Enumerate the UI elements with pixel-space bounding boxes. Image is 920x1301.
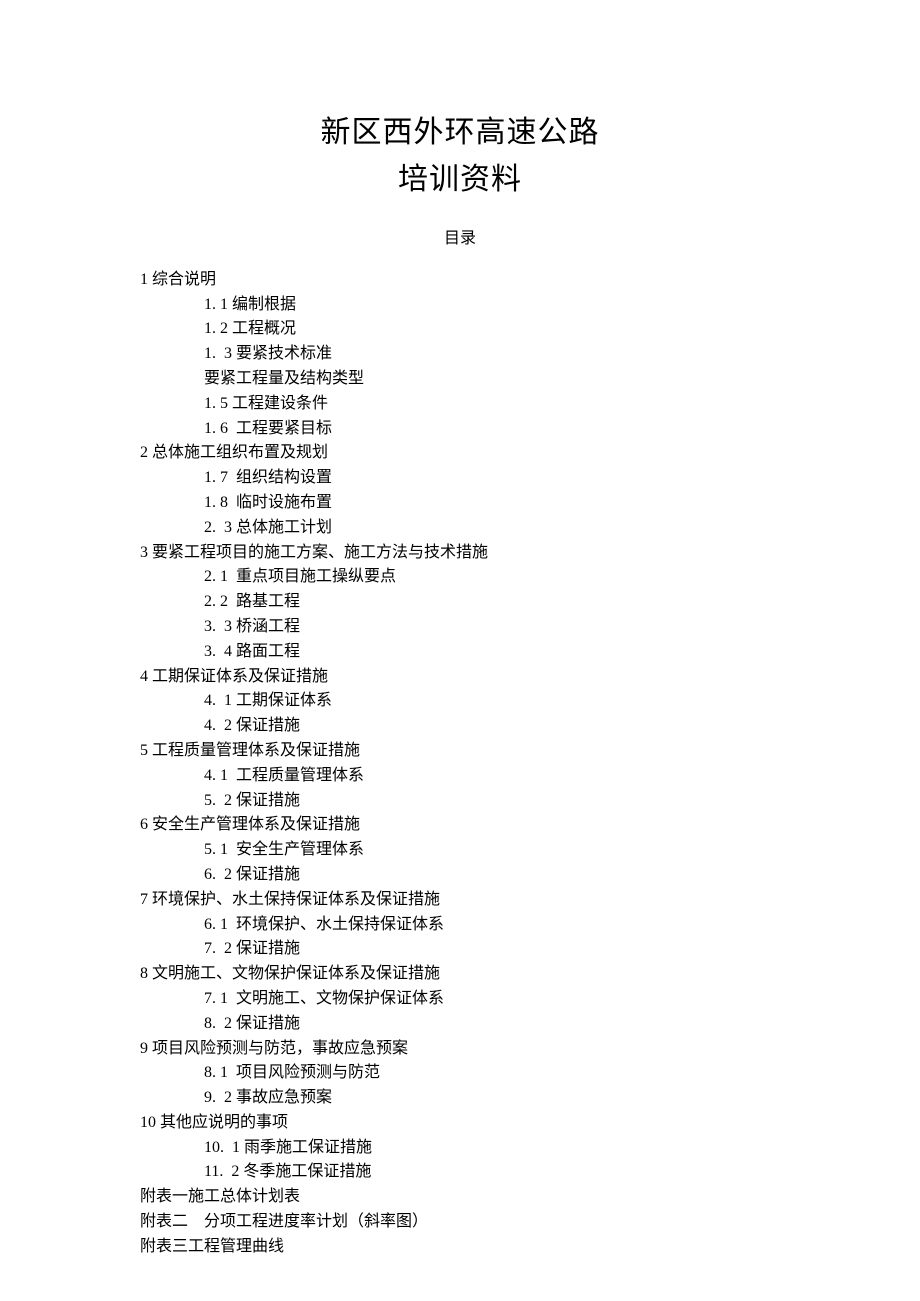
- toc-entry: 6. 1 环境保护、水土保持保证体系: [204, 913, 780, 938]
- toc-entry: 1. 7 组织结构设置: [204, 466, 780, 491]
- toc-entry: 1. 1 编制根据: [204, 293, 780, 318]
- toc-entry: 附表二 分项工程进度率计划（斜率图）: [140, 1210, 780, 1235]
- toc-entry: 7. 2 保证措施: [204, 937, 780, 962]
- toc-entry: 4. 1 工程质量管理体系: [204, 764, 780, 789]
- toc-entry: 1. 8 临时设施布置: [204, 491, 780, 516]
- toc-entry: 2 总体施工组织布置及规划: [140, 441, 780, 466]
- toc-entry: 4 工期保证体系及保证措施: [140, 665, 780, 690]
- title-line-1: 新区西外环高速公路: [140, 110, 780, 157]
- toc-entry: 5. 1 安全生产管理体系: [204, 838, 780, 863]
- toc-entry: 1 综合说明: [140, 268, 780, 293]
- toc-entry: 4. 1 工期保证体系: [204, 689, 780, 714]
- toc-entry: 3 要紧工程项目的施工方案、施工方法与技术措施: [140, 541, 780, 566]
- toc-entry: 8. 2 保证措施: [204, 1012, 780, 1037]
- toc-entry: 1. 2 工程概况: [204, 317, 780, 342]
- toc-entry: 9 项目风险预测与防范，事故应急预案: [140, 1037, 780, 1062]
- toc-entry: 11. 2 冬季施工保证措施: [204, 1160, 780, 1185]
- toc-entry: 7 环境保护、水土保持保证体系及保证措施: [140, 888, 780, 913]
- toc-entry: 2. 2 路基工程: [204, 590, 780, 615]
- toc-entry: 7. 1 文明施工、文物保护保证体系: [204, 987, 780, 1012]
- toc-entry: 5. 2 保证措施: [204, 789, 780, 814]
- table-of-contents: 1 综合说明1. 1 编制根据1. 2 工程概况1. 3 要紧技术标准要紧工程量…: [140, 268, 780, 1260]
- toc-entry: 6. 2 保证措施: [204, 863, 780, 888]
- toc-entry: 附表三工程管理曲线: [140, 1235, 780, 1260]
- toc-entry: 2. 3 总体施工计划: [204, 516, 780, 541]
- toc-entry: 4. 2 保证措施: [204, 714, 780, 739]
- toc-entry: 10. 1 雨季施工保证措施: [204, 1136, 780, 1161]
- title-line-2: 培训资料: [140, 157, 780, 204]
- toc-entry: 1. 6 工程要紧目标: [204, 417, 780, 442]
- toc-entry: 3. 4 路面工程: [204, 640, 780, 665]
- toc-label: 目录: [140, 227, 780, 252]
- toc-entry: 5 工程质量管理体系及保证措施: [140, 739, 780, 764]
- toc-entry: 3. 3 桥涵工程: [204, 615, 780, 640]
- toc-entry: 8 文明施工、文物保护保证体系及保证措施: [140, 962, 780, 987]
- toc-entry: 要紧工程量及结构类型: [204, 367, 780, 392]
- toc-entry: 2. 1 重点项目施工操纵要点: [204, 565, 780, 590]
- toc-entry: 1. 5 工程建设条件: [204, 392, 780, 417]
- toc-entry: 8. 1 项目风险预测与防范: [204, 1061, 780, 1086]
- toc-entry: 1. 3 要紧技术标准: [204, 342, 780, 367]
- toc-entry: 9. 2 事故应急预案: [204, 1086, 780, 1111]
- document-title-block: 新区西外环高速公路 培训资料: [140, 110, 780, 203]
- toc-entry: 6 安全生产管理体系及保证措施: [140, 813, 780, 838]
- toc-entry: 10 其他应说明的事项: [140, 1111, 780, 1136]
- toc-entry: 附表一施工总体计划表: [140, 1185, 780, 1210]
